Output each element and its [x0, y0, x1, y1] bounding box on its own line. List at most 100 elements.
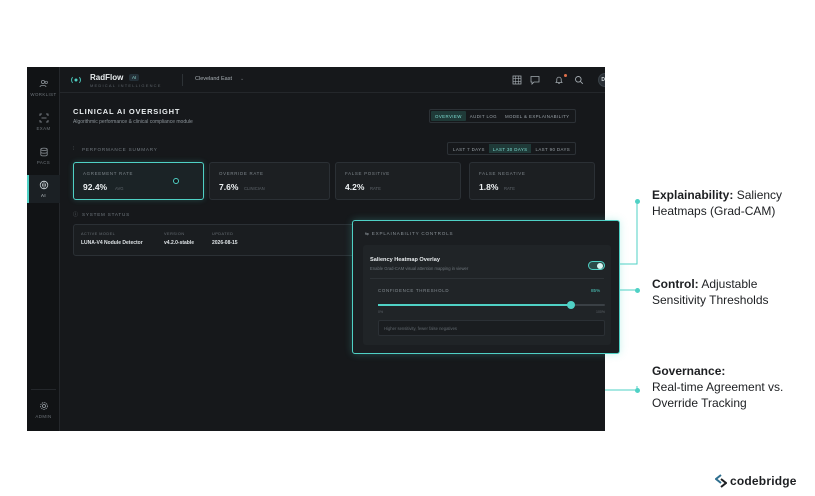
slider-min-label: 0%: [378, 310, 384, 314]
sidebar-item-label: ADMIN: [35, 414, 52, 419]
sidebar-item-label: WORKLIST: [30, 92, 57, 97]
callout-governance: Governance: Real-time Agreement vs. Over…: [652, 363, 783, 411]
info-icon: ⓘ: [73, 212, 79, 218]
version-value: v4.2.0-stable: [164, 240, 195, 246]
sidebar-item-admin[interactable]: ADMIN: [27, 401, 60, 423]
metric-suffix: AVG: [115, 186, 124, 191]
range-last-30-days[interactable]: LAST 30 DAYS: [488, 144, 532, 153]
sidebar-divider: [31, 389, 56, 390]
metric-card-override-rate[interactable]: OVERRIDE RATE 7.6% CLINICIAN: [209, 162, 330, 200]
bar-chart-icon: ⫶: [73, 146, 75, 152]
metric-label: OVERRIDE RATE: [219, 171, 264, 176]
database-icon: [39, 147, 48, 157]
callout-heading: Control:: [652, 277, 699, 291]
explainability-section-text: EXPLAINABILITY CONTROLS: [371, 231, 454, 236]
performance-section-label: PERFORMANCE SUMMARY: [82, 147, 158, 152]
bell-icon[interactable]: [554, 75, 564, 85]
brand-badge: AI: [129, 74, 140, 81]
metric-card-false-positive[interactable]: FALSE POSITIVE 4.2% RATE: [335, 162, 461, 200]
threshold-hint: Higher sensitivity, fewer false negative…: [384, 326, 458, 331]
updated-value: 2026-08-15: [212, 240, 238, 246]
chat-icon[interactable]: [530, 75, 540, 85]
metric-value: 7.6%: [219, 182, 239, 192]
metric-value: 4.2%: [345, 182, 365, 192]
site-selector[interactable]: Cleveland East: [195, 76, 232, 82]
explainability-callout-dot: [635, 199, 640, 204]
metric-value: 1.8%: [479, 182, 499, 192]
explainability-panel: ⇆ EXPLAINABILITY CONTROLS Saliency Heatm…: [352, 220, 620, 354]
sidebar-item-worklist[interactable]: WORKLIST: [27, 79, 60, 101]
slider-handle[interactable]: [566, 301, 575, 309]
active-model-column: ACTIVE MODEL LUNA-V4 Nodule Detector: [81, 232, 143, 246]
overlay-description: Enable Grad-CAM visual attention mapping…: [370, 266, 469, 271]
metric-card-false-negative[interactable]: FALSE NEGATIVE 1.8% RATE: [469, 162, 595, 200]
slider-max-label: 100%: [596, 310, 605, 314]
sidebar-item-ai[interactable]: AI: [27, 175, 60, 203]
users-icon: [39, 79, 48, 88]
agreement-connector-dot: [173, 178, 179, 184]
active-model-label: ACTIVE MODEL: [81, 232, 116, 236]
overlay-title: Saliency Heatmap Overlay: [370, 257, 440, 263]
codebridge-logo-icon: [715, 474, 727, 488]
scan-icon: [39, 113, 48, 123]
callout-text: Sensitivity Thresholds: [652, 293, 769, 307]
page: WORKLIST EXAM PACS AI ADMIN RadFlow AI M…: [0, 0, 815, 496]
top-bar: RadFlow AI MEDICAL INTELLIGENCE Clevelan…: [60, 67, 605, 93]
sidebar-item-pacs[interactable]: PACS: [27, 147, 60, 169]
saliency-overlay-toggle[interactable]: [588, 261, 605, 270]
avatar[interactable]: DR: [598, 73, 605, 87]
metric-suffix: CLINICIAN: [244, 186, 265, 191]
brand-subtitle: MEDICAL INTELLIGENCE: [90, 83, 162, 88]
grid-icon[interactable]: [512, 75, 522, 85]
callout-heading: Explainability:: [652, 188, 734, 202]
callout-control: Control: Adjustable Sensitivity Threshol…: [652, 276, 769, 308]
callout-explainability: Explainability: Saliency Heatmaps (Grad-…: [652, 187, 782, 219]
brand-name: RadFlow: [90, 73, 124, 82]
codebridge-logo: codebridge: [715, 474, 797, 488]
callout-text: Saliency: [733, 188, 783, 202]
metric-label: FALSE POSITIVE: [345, 171, 390, 176]
chevron-down-icon[interactable]: ⌄: [240, 76, 244, 82]
tab-overview[interactable]: OVERVIEW: [431, 111, 466, 121]
panel-divider: [370, 278, 604, 279]
version-label: VERSION: [164, 232, 185, 236]
date-range-selector: LAST 7 DAYS LAST 30 DAYS LAST 90 DAYS: [447, 142, 577, 155]
confidence-threshold-slider[interactable]: [378, 301, 605, 309]
tab-model-explainability[interactable]: MODEL & EXPLAINABILITY: [501, 111, 574, 121]
metric-value: 92.4%: [83, 182, 108, 192]
updated-column: UPDATED 2026-08-15: [212, 232, 238, 246]
callout-heading: Governance:: [652, 364, 726, 378]
view-tabs: OVERVIEW AUDIT LOG MODEL & EXPLAINABILIT…: [429, 109, 576, 123]
page-subtitle: Algorithmic performance & clinical compl…: [73, 119, 193, 125]
gear-icon: [39, 402, 48, 410]
updated-label: UPDATED: [212, 232, 234, 236]
explainability-section-label: ⇆ EXPLAINABILITY CONTROLS: [365, 231, 454, 236]
range-last-7-days[interactable]: LAST 7 DAYS: [449, 144, 489, 153]
threshold-label: CONFIDENCE THRESHOLD: [378, 288, 450, 293]
metric-card-agreement-rate[interactable]: AGREEMENT RATE 92.4% AVG: [73, 162, 204, 200]
range-last-90-days[interactable]: LAST 90 DAYS: [531, 144, 574, 153]
threshold-value: 85%: [591, 288, 601, 293]
callout-text: Real-time Agreement vs.: [652, 380, 784, 394]
sidebar-item-label: AI: [41, 193, 46, 198]
sidebar: WORKLIST EXAM PACS AI ADMIN: [27, 67, 60, 431]
active-model-value: LUNA-V4 Nodule Detector: [81, 240, 143, 246]
governance-callout-dot: [635, 388, 640, 393]
sidebar-item-label: EXAM: [36, 126, 51, 131]
explainability-controls-card: Saliency Heatmap Overlay Enable Grad-CAM…: [363, 245, 611, 345]
metric-label: FALSE NEGATIVE: [479, 171, 526, 176]
search-icon[interactable]: [574, 75, 584, 85]
control-callout-dot: [635, 288, 640, 293]
tab-audit-log[interactable]: AUDIT LOG: [466, 111, 501, 121]
metric-label: AGREEMENT RATE: [83, 171, 134, 176]
radar-logo-icon: [71, 76, 81, 84]
callout-text: Override Tracking: [652, 396, 747, 410]
toggle-knob: [597, 263, 603, 269]
slider-fill: [378, 304, 571, 306]
threshold-hint-box: Higher sensitivity, fewer false negative…: [378, 320, 605, 336]
version-column: VERSION v4.2.0-stable: [164, 232, 194, 246]
sidebar-item-exam[interactable]: EXAM: [27, 113, 60, 135]
metric-suffix: RATE: [370, 186, 381, 191]
callout-text: Heatmaps (Grad-CAM): [652, 204, 776, 218]
metric-suffix: RATE: [504, 186, 515, 191]
